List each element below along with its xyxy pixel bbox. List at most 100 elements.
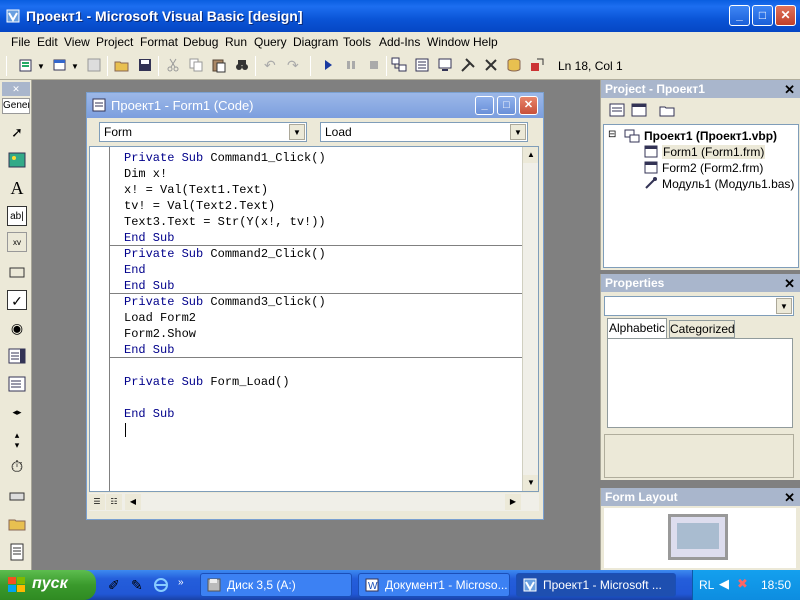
task-floppy[interactable]: Диск 3,5 (A:) xyxy=(200,573,352,597)
checkbox-icon[interactable]: ✓ xyxy=(7,290,27,310)
dirlistbox-icon[interactable] xyxy=(7,514,27,534)
component-manager-icon[interactable] xyxy=(529,57,545,73)
menu-window[interactable]: Window xyxy=(427,35,470,49)
frame-icon[interactable]: xv xyxy=(7,232,27,252)
toggle-folders-icon[interactable] xyxy=(659,102,675,118)
project-close-icon[interactable]: ✕ xyxy=(784,82,795,98)
filelistbox-icon[interactable] xyxy=(7,542,27,562)
stop-icon[interactable] xyxy=(366,57,382,73)
task-vb[interactable]: Проект1 - Microsoft ... xyxy=(516,573,676,597)
chevron-down-icon[interactable]: ▼ xyxy=(776,298,792,314)
code-window-titlebar[interactable]: Проект1 - Form1 (Code) _ □ ✕ xyxy=(87,93,543,118)
toolbox-tab-general[interactable]: General xyxy=(2,98,30,114)
menu-help[interactable]: Help xyxy=(473,35,498,49)
task-word[interactable]: W Документ1 - Microso... xyxy=(358,573,510,597)
vscrollbar-icon[interactable]: ▴ ▾ xyxy=(7,430,27,450)
textbox-icon[interactable]: ab| xyxy=(7,206,27,226)
menu-query[interactable]: Query xyxy=(254,35,287,49)
chevron-down-icon[interactable]: ▼ xyxy=(37,62,53,78)
menu-run[interactable]: Run xyxy=(225,35,247,49)
menu-view[interactable]: View xyxy=(64,35,90,49)
drivelistbox-icon[interactable] xyxy=(7,486,27,506)
form-layout-close-icon[interactable]: ✕ xyxy=(784,490,795,506)
code-editor[interactable]: Private Sub Command1_Click() Dim x! x! =… xyxy=(89,146,539,492)
vertical-scrollbar[interactable]: ▲ ▼ xyxy=(522,147,538,491)
close-button[interactable]: ✕ xyxy=(775,5,796,26)
full-module-view-icon[interactable]: ☷ xyxy=(106,494,122,510)
add-project-icon[interactable] xyxy=(18,57,34,73)
scroll-up-icon[interactable]: ▲ xyxy=(523,147,538,163)
form-layout-icon[interactable] xyxy=(437,57,453,73)
find-icon[interactable] xyxy=(234,57,250,73)
tab-alphabetic[interactable]: Alphabetic xyxy=(607,318,667,338)
run-start-icon[interactable] xyxy=(320,57,336,73)
option-button-icon[interactable]: ◉ xyxy=(7,318,27,338)
toolbox-icon[interactable] xyxy=(483,57,499,73)
horizontal-scrollbar[interactable]: ☰ ☷ ◀ ▶ xyxy=(89,493,539,511)
undo-icon[interactable]: ↶ xyxy=(264,57,280,73)
tree-collapse-icon[interactable]: ⊟ xyxy=(608,129,616,140)
copy-icon[interactable] xyxy=(188,57,204,73)
cut-icon[interactable] xyxy=(165,57,181,73)
code-maximize-button[interactable]: □ xyxy=(497,96,516,115)
chevron-down-icon[interactable]: ▼ xyxy=(510,124,526,140)
properties-grid[interactable] xyxy=(607,338,793,428)
timer-icon[interactable]: ⏱ xyxy=(7,458,27,478)
project-item-form2[interactable]: Form2 (Form2.frm) xyxy=(662,161,763,175)
save-icon[interactable] xyxy=(137,57,153,73)
menu-addins[interactable]: Add-Ins xyxy=(379,35,420,49)
code-close-button[interactable]: ✕ xyxy=(519,96,538,115)
menu-debug[interactable]: Debug xyxy=(183,35,218,49)
network-icon[interactable]: ✖ xyxy=(737,576,748,592)
project-item-form1[interactable]: Form1 (Form1.frm) xyxy=(662,145,766,159)
start-button[interactable]: пуск xyxy=(0,570,96,600)
code-minimize-button[interactable]: _ xyxy=(475,96,494,115)
minimize-button[interactable]: _ xyxy=(729,5,750,26)
procedure-view-icon[interactable]: ☰ xyxy=(89,494,105,510)
internet-explorer-icon[interactable] xyxy=(153,577,169,593)
menu-file[interactable]: File xyxy=(11,35,30,49)
commandbutton-icon[interactable] xyxy=(7,262,27,282)
picturebox-icon[interactable] xyxy=(7,150,27,170)
menu-tools[interactable]: Tools xyxy=(343,35,371,49)
listbox-icon[interactable] xyxy=(7,374,27,394)
project-item-module1[interactable]: Модуль1 (Модуль1.bas) xyxy=(662,177,794,191)
chevron-down-icon[interactable]: ▼ xyxy=(289,124,305,140)
scroll-right-icon[interactable]: ▶ xyxy=(505,494,521,510)
open-folder-icon[interactable] xyxy=(114,57,130,73)
view-code-icon[interactable] xyxy=(609,102,625,118)
object-combo[interactable]: Form ▼ xyxy=(99,122,307,142)
menu-project[interactable]: Project xyxy=(96,35,133,49)
procedure-combo[interactable]: Load ▼ xyxy=(320,122,528,142)
data-view-icon[interactable] xyxy=(506,57,522,73)
redo-icon[interactable]: ↷ xyxy=(287,57,303,73)
pointer-icon[interactable]: ➚ xyxy=(7,122,27,142)
pause-icon[interactable] xyxy=(343,57,359,73)
project-explorer-icon[interactable] xyxy=(391,57,407,73)
combobox-icon[interactable] xyxy=(7,346,27,366)
hscrollbar-icon[interactable]: ◂▸ xyxy=(7,402,27,422)
scroll-left-icon[interactable]: ◀ xyxy=(125,494,141,510)
language-indicator[interactable]: RL xyxy=(699,578,714,592)
quicklaunch-expand-icon[interactable]: » xyxy=(178,577,184,588)
tab-categorized[interactable]: Categorized xyxy=(669,320,735,338)
paste-icon[interactable] xyxy=(211,57,227,73)
menu-edit[interactable]: Edit xyxy=(37,35,58,49)
menu-format[interactable]: Format xyxy=(140,35,178,49)
quicklaunch-vb-icon[interactable]: ✐ xyxy=(108,577,120,594)
add-form-icon[interactable] xyxy=(52,57,68,73)
scroll-down-icon[interactable]: ▼ xyxy=(523,475,538,491)
maximize-button[interactable]: □ xyxy=(752,5,773,26)
menu-diagram[interactable]: Diagram xyxy=(293,35,338,49)
quicklaunch-media-icon[interactable]: ✎ xyxy=(131,577,143,594)
properties-window-icon[interactable] xyxy=(414,57,430,73)
object-selector[interactable]: ▼ xyxy=(604,296,794,316)
toolbox-close-icon[interactable]: ✕ xyxy=(2,82,30,96)
properties-close-icon[interactable]: ✕ xyxy=(784,276,795,292)
menu-editor-icon[interactable] xyxy=(86,57,102,73)
label-icon[interactable]: A xyxy=(7,178,27,198)
view-object-icon[interactable] xyxy=(631,102,647,118)
form-layout-area[interactable] xyxy=(604,508,796,568)
object-browser-icon[interactable] xyxy=(460,57,476,73)
project-root-item[interactable]: Проект1 (Проект1.vbp) xyxy=(644,129,777,143)
